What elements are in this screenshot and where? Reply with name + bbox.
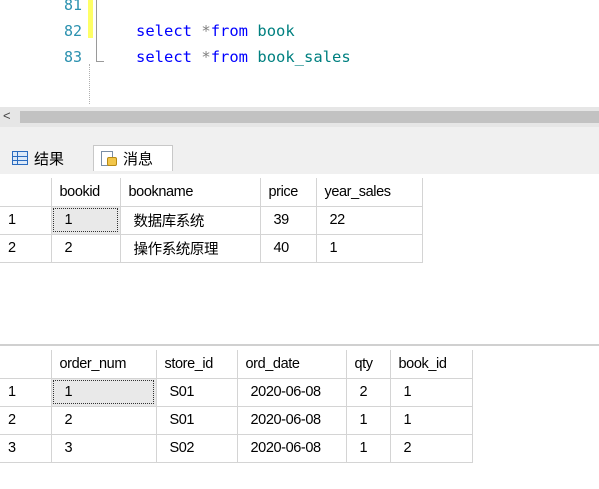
outline-line-end: [96, 61, 104, 62]
grid-icon: [12, 151, 28, 165]
results-tab-bar: 结果 消息: [0, 127, 599, 174]
result-table-book: bookid bookname price year_sales 1 1 数据库…: [0, 178, 423, 263]
horizontal-scrollbar[interactable]: <: [0, 107, 599, 127]
table-cell[interactable]: 1: [346, 406, 391, 435]
column-header[interactable]: order_num: [51, 350, 157, 379]
tab-messages[interactable]: 消息: [93, 145, 173, 171]
keyword-select: select: [136, 22, 192, 40]
table-cell[interactable]: 39: [260, 206, 317, 235]
table-cell[interactable]: S02: [156, 434, 238, 463]
tab-results[interactable]: 结果: [5, 145, 86, 171]
result-table-book-sales: order_num store_id ord_date qty book_id …: [0, 350, 473, 463]
operator-star: *: [201, 48, 211, 66]
table-cell[interactable]: 1: [346, 434, 391, 463]
table-cell[interactable]: S01: [156, 378, 238, 407]
row-header-corner[interactable]: [0, 350, 52, 379]
table-cell[interactable]: 2: [51, 234, 121, 263]
column-header[interactable]: book_id: [390, 350, 473, 379]
table-cell[interactable]: 1: [390, 378, 473, 407]
table-cell[interactable]: 22: [316, 206, 423, 235]
message-icon: [101, 150, 117, 167]
table-cell[interactable]: 2: [390, 434, 473, 463]
table-cell[interactable]: 2020-06-08: [237, 434, 347, 463]
table-cell[interactable]: 1: [390, 406, 473, 435]
table-cell[interactable]: 3: [51, 434, 157, 463]
row-number[interactable]: 3: [0, 434, 52, 463]
table-cell[interactable]: 1: [316, 234, 423, 263]
line-number-gutter: 81 82 83: [0, 0, 88, 107]
table-row: 1 1 数据库系统 39 22: [0, 206, 423, 235]
column-header[interactable]: price: [260, 178, 317, 207]
sql-editor[interactable]: 81 82 83 select *from book select *from …: [0, 0, 599, 107]
keyword-select: select: [136, 48, 192, 66]
code-line-83[interactable]: select *from book_sales: [136, 48, 351, 66]
row-number[interactable]: 2: [0, 234, 52, 263]
table-row: 1 1 S01 2020-06-08 2 1: [0, 378, 473, 407]
table-cell[interactable]: 2020-06-08: [237, 378, 347, 407]
table-cell[interactable]: S01: [156, 406, 238, 435]
row-header-corner[interactable]: [0, 178, 52, 207]
table-cell[interactable]: 2: [346, 378, 391, 407]
result-grid-1[interactable]: bookid bookname price year_sales 1 1 数据库…: [0, 174, 599, 346]
row-number[interactable]: 2: [0, 406, 52, 435]
table-row: 3 3 S02 2020-06-08 1 2: [0, 434, 473, 463]
result-grid-2[interactable]: order_num store_id ord_date qty book_id …: [0, 346, 599, 489]
outline-line: [96, 0, 97, 62]
scrollbar-thumb[interactable]: [20, 111, 599, 123]
row-number[interactable]: 1: [0, 206, 52, 235]
header-row: bookid bookname price year_sales: [0, 178, 423, 207]
table-cell[interactable]: 操作系统原理: [120, 234, 261, 263]
table-cell[interactable]: 2: [51, 406, 157, 435]
line-number: 83: [63, 48, 82, 66]
table-identifier: book_sales: [257, 48, 351, 66]
table-cell[interactable]: 1: [51, 378, 157, 407]
table-row: 2 2 操作系统原理 40 1: [0, 234, 423, 263]
row-number[interactable]: 1: [0, 378, 52, 407]
column-header[interactable]: store_id: [156, 350, 238, 379]
table-row: 2 2 S01 2020-06-08 1 1: [0, 406, 473, 435]
table-cell[interactable]: 1: [51, 206, 121, 235]
column-header[interactable]: year_sales: [316, 178, 423, 207]
line-number: 82: [63, 22, 82, 40]
table-identifier: book: [257, 22, 295, 40]
table-cell[interactable]: 2020-06-08: [237, 406, 347, 435]
column-header[interactable]: qty: [346, 350, 391, 379]
column-header[interactable]: bookname: [120, 178, 261, 207]
scroll-left-arrow-icon[interactable]: <: [3, 108, 11, 123]
header-row: order_num store_id ord_date qty book_id: [0, 350, 473, 379]
column-header[interactable]: ord_date: [237, 350, 347, 379]
indent-guide: [89, 64, 90, 104]
line-number: 81: [63, 0, 82, 14]
tab-results-label: 结果: [34, 150, 65, 168]
keyword-from: from: [210, 48, 249, 66]
tab-messages-label: 消息: [123, 151, 154, 168]
code-line-82[interactable]: select *from book: [136, 22, 295, 40]
change-marker: [88, 0, 93, 38]
table-cell[interactable]: 40: [260, 234, 317, 263]
column-header[interactable]: bookid: [51, 178, 121, 207]
table-cell[interactable]: 数据库系统: [120, 206, 261, 235]
operator-star: *: [201, 22, 211, 40]
keyword-from: from: [210, 22, 249, 40]
